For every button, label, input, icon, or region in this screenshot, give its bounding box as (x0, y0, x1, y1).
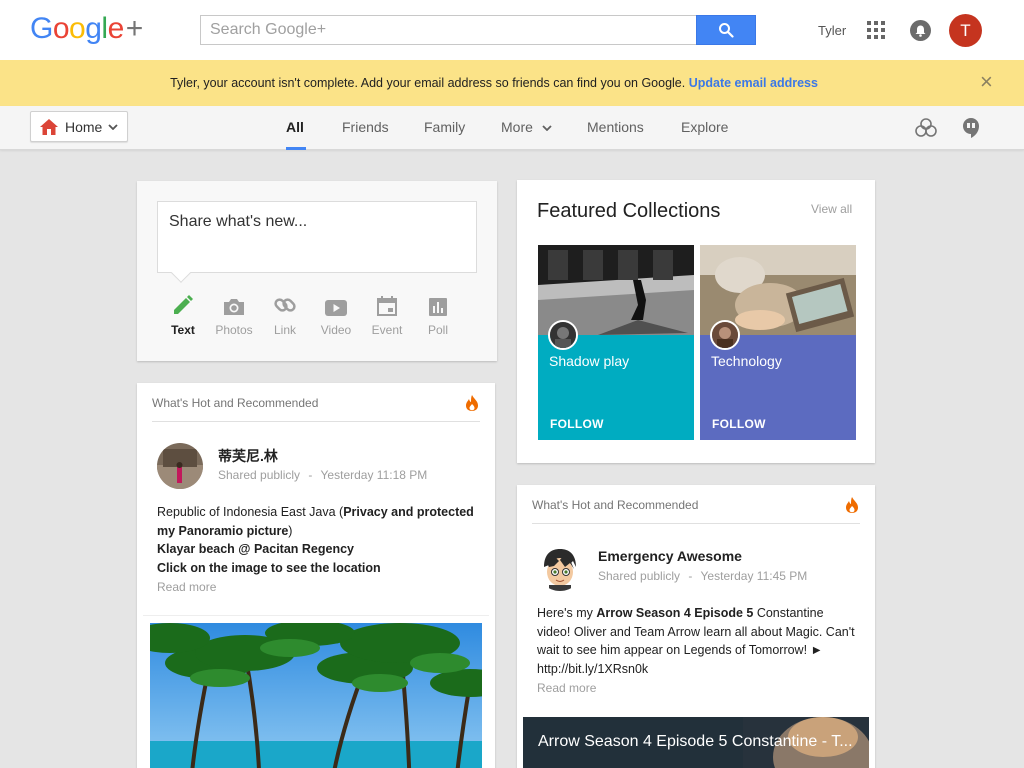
follow-button[interactable]: FOLLOW (712, 417, 766, 431)
home-label: Home (65, 118, 103, 135)
update-email-link[interactable]: Update email address (689, 76, 818, 90)
post-body: Here's my Arrow Season 4 Episode 5 Const… (537, 606, 855, 676)
search-input[interactable] (200, 15, 697, 45)
share-text-button[interactable]: Text (158, 291, 208, 337)
search-bar (200, 15, 756, 45)
tab-mentions[interactable]: Mentions (587, 119, 644, 135)
logo-letter: G (30, 12, 53, 45)
post-meta: Shared publicly - Yesterday 11:45 PM (598, 569, 808, 583)
collection-gap (694, 245, 700, 440)
poll-icon (429, 298, 447, 316)
home-dropdown-button[interactable]: Home (30, 111, 128, 142)
post-visibility[interactable]: Shared publicly (218, 468, 300, 482)
share-event-label: Event (371, 323, 403, 337)
collection-name: Technology (711, 353, 782, 369)
featured-collections-title: Featured Collections (537, 200, 721, 222)
avatar[interactable] (537, 545, 583, 591)
post-card: What's Hot and Recommended 蒂芙尼.林 Shared … (130, 383, 510, 768)
collection-tile-technology[interactable]: Technology FOLLOW (700, 245, 856, 440)
share-poll-button[interactable]: Poll (413, 291, 463, 337)
flame-icon (846, 497, 858, 513)
stream-nav-bar: Home All Friends Family More Mentions Ex… (0, 106, 1024, 150)
post-timestamp[interactable]: Yesterday 11:18 PM (321, 468, 428, 482)
tab-more[interactable]: More (501, 119, 552, 135)
share-video-label: Video (320, 323, 352, 337)
logo-letter: g (85, 12, 102, 45)
divider (152, 421, 480, 422)
chevron-down-icon (542, 125, 552, 132)
share-link-label: Link (273, 323, 296, 337)
collection-tile-shadow-play[interactable]: Shadow play FOLLOW (538, 245, 694, 440)
video-title: Arrow Season 4 Episode 5 Constantine - T… (538, 733, 853, 750)
post-author[interactable]: 蒂芙尼.林 (218, 446, 278, 466)
active-tab-indicator (286, 147, 306, 150)
top-bar: Google+ Tyler T (0, 0, 1024, 60)
google-plus-logo[interactable]: Google+ (30, 12, 143, 46)
share-poll-label: Poll (427, 323, 448, 337)
logo-letter: e (107, 12, 125, 45)
tab-all[interactable]: All (286, 119, 304, 135)
banner-message: Tyler, your account isn't complete. Add … (0, 76, 988, 90)
link-icon (274, 298, 296, 312)
account-name[interactable]: Tyler (818, 23, 846, 38)
hot-recommended-header: What's Hot and Recommended (532, 498, 699, 512)
collection-owner-avatar (710, 320, 740, 350)
tab-explore[interactable]: Explore (681, 119, 728, 135)
circles-icon[interactable] (914, 117, 938, 139)
search-button[interactable] (696, 15, 756, 45)
share-photos-button[interactable]: Photos (209, 291, 259, 337)
view-all-link[interactable]: View all (811, 202, 852, 216)
home-icon (40, 118, 58, 135)
post-timestamp[interactable]: Yesterday 11:45 PM (701, 569, 808, 583)
logo-letter: o (52, 12, 70, 45)
avatar[interactable] (157, 443, 203, 489)
collection-name: Shadow play (549, 353, 630, 369)
collection-owner-avatar (548, 320, 578, 350)
post-card: What's Hot and Recommended Emergency Awe… (517, 485, 875, 768)
chevron-down-icon (108, 123, 118, 130)
share-event-button[interactable]: Event (362, 291, 412, 337)
incomplete-account-banner: Tyler, your account isn't complete. Add … (0, 60, 1024, 106)
profile-avatar[interactable]: T (949, 14, 982, 47)
post-author[interactable]: Emergency Awesome (598, 548, 742, 564)
share-input[interactable]: Share what's new... (157, 201, 477, 273)
logo-letter: o (69, 12, 86, 45)
featured-collections-card: Featured Collections View all Shadow pla… (517, 180, 875, 463)
close-icon[interactable]: × (980, 71, 993, 93)
tab-more-label: More (501, 119, 533, 135)
hangouts-icon[interactable] (962, 117, 980, 139)
calendar-icon (377, 296, 397, 316)
post-meta: Shared publicly - Yesterday 11:18 PM (218, 468, 428, 482)
video-icon (325, 300, 347, 316)
post-body: Republic of Indonesia East Java (Privacy… (157, 505, 474, 575)
flame-icon (466, 395, 478, 411)
share-link-button[interactable]: Link (260, 291, 310, 337)
tab-family[interactable]: Family (424, 119, 465, 135)
read-more-link[interactable]: Read more (157, 580, 216, 594)
share-text-label: Text (171, 323, 195, 337)
share-video-button[interactable]: Video (311, 291, 361, 337)
banner-text: Tyler, your account isn't complete. Add … (170, 76, 686, 90)
post-image-frame (130, 615, 510, 768)
share-box-card: Share what's new... Text Photos Link Vid… (137, 181, 497, 361)
camera-icon (224, 299, 244, 315)
logo-plus: + (125, 12, 144, 45)
follow-button[interactable]: FOLLOW (550, 417, 604, 431)
notifications-bell-icon[interactable] (910, 20, 931, 41)
post-image-beach[interactable] (130, 620, 510, 768)
apps-grid-icon[interactable] (867, 21, 885, 39)
post-visibility[interactable]: Shared publicly (598, 569, 680, 583)
pencil-icon (174, 295, 193, 314)
share-photos-label: Photos (215, 323, 253, 337)
video-thumbnail[interactable]: Arrow Season 4 Episode 5 Constantine - T… (523, 717, 869, 768)
search-icon (719, 23, 734, 38)
read-more-link[interactable]: Read more (537, 681, 596, 695)
hot-recommended-header: What's Hot and Recommended (152, 396, 319, 410)
tab-friends[interactable]: Friends (342, 119, 389, 135)
divider (532, 523, 860, 524)
